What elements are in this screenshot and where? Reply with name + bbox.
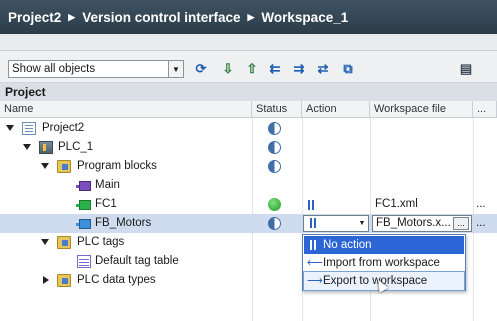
option-label: Import from workspace <box>323 257 440 269</box>
breadcrumb: Project2 ▶ Version control interface ▶ W… <box>0 0 497 34</box>
column-header-status[interactable]: Status <box>252 101 302 118</box>
sync-left-icon[interactable]: ⇇ <box>266 60 284 78</box>
no-action-icon[interactable] <box>307 200 315 210</box>
row-label: Program blocks <box>77 160 157 172</box>
folder-icon <box>57 236 71 249</box>
row-label: FC1 <box>95 198 117 210</box>
row-label: PLC_1 <box>58 141 94 153</box>
refresh-icon[interactable]: ⟳ <box>192 60 210 78</box>
filter-value: Show all objects <box>12 63 96 75</box>
tree-row[interactable]: PLC_1 <box>0 138 497 157</box>
version-control-window: Project2 ▶ Version control interface ▶ W… <box>0 0 497 321</box>
status-ok-icon <box>268 198 281 211</box>
expand-icon[interactable] <box>41 239 49 245</box>
filter-select[interactable]: Show all objects ▼ <box>8 60 184 78</box>
option-label: No action <box>323 239 372 251</box>
arrow-left-icon: ⟵ <box>307 257 323 269</box>
browse-button[interactable]: ... <box>453 217 469 230</box>
option-no-action[interactable]: No action <box>304 236 464 254</box>
more-cell[interactable]: ... <box>476 195 486 214</box>
status-partial-icon <box>268 122 281 135</box>
column-header-action[interactable]: Action <box>302 101 370 118</box>
chevron-down-icon[interactable]: ▼ <box>168 61 183 77</box>
fb-block-icon <box>76 219 91 229</box>
tree-row[interactable]: Project2 <box>0 119 497 138</box>
breadcrumb-workspace[interactable]: Workspace_1 <box>261 10 348 25</box>
tree-row[interactable]: FC1 FC1.xml ... <box>0 195 497 214</box>
pause-icon <box>307 239 319 251</box>
panel-title: Project <box>0 83 497 101</box>
row-label: Main <box>95 179 120 191</box>
project-icon <box>22 122 36 135</box>
workspace-file-value[interactable]: FC1.xml <box>375 195 418 214</box>
window-icon[interactable]: ▤ <box>457 60 475 78</box>
tree-row[interactable]: Main <box>0 176 497 195</box>
row-label: FB_Motors <box>95 217 152 229</box>
chevron-down-icon[interactable]: ▼ <box>356 216 368 231</box>
breadcrumb-vci[interactable]: Version control interface <box>82 10 240 25</box>
no-action-icon <box>309 218 317 228</box>
tree-row-selected[interactable]: FB_Motors ▼ FB_Motors.x... ... ... <box>0 214 497 233</box>
status-partial-icon <box>268 160 281 173</box>
status-partial-icon <box>268 141 281 154</box>
column-header-name[interactable]: Name <box>0 101 252 118</box>
expand-icon[interactable] <box>6 125 14 131</box>
compare-icon[interactable]: ⇄ <box>314 60 332 78</box>
more-cell[interactable]: ... <box>476 214 486 233</box>
arrow-right-icon: ⟶ <box>307 275 323 287</box>
action-select[interactable]: ▼ <box>303 215 369 232</box>
expand-icon[interactable] <box>41 163 49 169</box>
title-strip <box>0 34 497 51</box>
workspace-file-field[interactable]: FB_Motors.x... ... <box>372 215 472 232</box>
row-label: Default tag table <box>95 255 179 267</box>
status-partial-icon <box>268 217 281 230</box>
toolbar: Show all objects ▼ ⟳ ⇩ ⇧ ⇇ ⇉ ⇄ ⧉ ▤ <box>0 51 497 83</box>
row-label: PLC data types <box>77 274 156 286</box>
tag-table-icon <box>77 255 91 268</box>
expand-icon[interactable] <box>23 144 31 150</box>
column-header-workspace-file[interactable]: Workspace file <box>370 101 473 118</box>
folder-icon <box>57 274 71 287</box>
folder-icon <box>57 160 71 173</box>
import-icon[interactable]: ⇩ <box>219 60 237 78</box>
row-label: PLC tags <box>77 236 125 248</box>
breadcrumb-separator-icon: ▶ <box>68 11 76 22</box>
fc-block-icon <box>76 200 91 210</box>
column-header-more[interactable]: ... <box>473 101 497 118</box>
workspace-file-value: FB_Motors.x... <box>376 217 451 229</box>
tree-row[interactable]: Program blocks <box>0 157 497 176</box>
sync-right-icon[interactable]: ⇉ <box>290 60 308 78</box>
collapse-icon[interactable] <box>43 276 49 284</box>
settings-icon[interactable]: ⧉ <box>339 60 357 78</box>
plc-icon <box>39 141 53 154</box>
export-icon[interactable]: ⇧ <box>243 60 261 78</box>
breadcrumb-project[interactable]: Project2 <box>8 10 61 25</box>
breadcrumb-separator-icon: ▶ <box>247 11 255 22</box>
option-import-from-workspace[interactable]: ⟵ Import from workspace <box>304 254 464 272</box>
row-label: Project2 <box>42 122 85 134</box>
ob-block-icon <box>76 181 91 191</box>
